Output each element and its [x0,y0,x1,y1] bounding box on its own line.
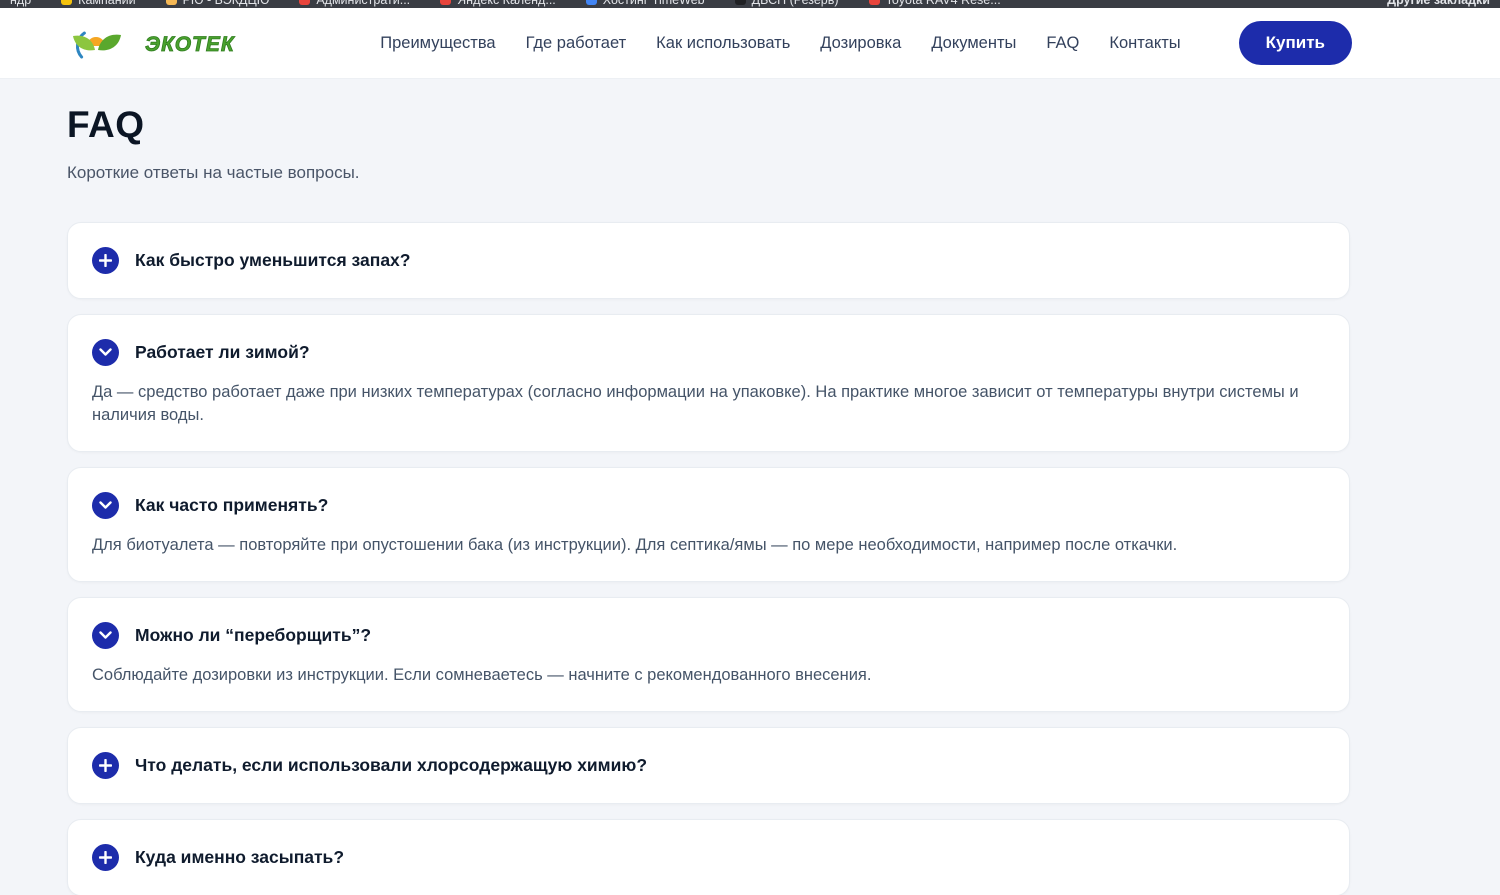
bookmark-item[interactable]: Кампании [61,0,135,7]
chevron-down-icon[interactable] [92,622,119,649]
plus-icon[interactable] [92,247,119,274]
faq-answer: Для биотуалета — повторяйте при опустоше… [92,534,1325,557]
faq-question-row[interactable]: Как быстро уменьшится запах? [92,247,1325,274]
nav-advantages[interactable]: Преимущества [380,34,495,53]
faq-question: Как быстро уменьшится запах? [135,250,410,271]
faq-question: Работает ли зимой? [135,342,310,363]
bookmark-folder-icon [166,0,177,5]
bookmark-favicon [440,0,451,5]
bookmark-favicon [586,0,597,5]
faq-question: Куда именно засыпать? [135,847,344,868]
faq-question-row[interactable]: Как часто применять? [92,492,1325,519]
plus-icon[interactable] [92,752,119,779]
chevron-down-icon[interactable] [92,492,119,519]
logo-wordmark: ЭКОТЕК [143,28,251,58]
nav-how-to-use[interactable]: Как использовать [656,34,790,53]
bookmark-item[interactable]: ДБСП (Резерв) [735,0,839,7]
bookmark-item[interactable]: Яндекс Календ... [440,0,556,7]
faq-answer: Соблюдайте дозировки из инструкции. Если… [92,664,1325,687]
nav-dosage[interactable]: Дозировка [820,34,901,53]
buy-button[interactable]: Купить [1239,21,1352,65]
page-title: FAQ [67,104,1352,146]
faq-question: Как часто применять? [135,495,328,516]
bookmark-item[interactable]: Хостинг TimeWeb [586,0,705,7]
faq-list: Как быстро уменьшится запах? Работает ли… [67,222,1350,895]
bookmark-favicon [61,0,72,5]
plus-icon[interactable] [92,844,119,871]
bookmark-item[interactable]: Администрати... [299,0,410,7]
nav-where-it-works[interactable]: Где работает [526,34,627,53]
nav-faq[interactable]: FAQ [1046,34,1079,53]
bookmark-favicon [735,0,746,5]
other-bookmarks-button[interactable]: Другие закладки [1387,0,1490,7]
page-subtitle: Короткие ответы на частые вопросы. [67,163,1352,183]
faq-item[interactable]: Как быстро уменьшится запах? [67,222,1350,299]
faq-question-row[interactable]: Работает ли зимой? [92,339,1325,366]
faq-question: Что делать, если использовали хлорсодерж… [135,755,647,776]
bookmark-item[interactable]: ндр [10,0,31,7]
faq-question: Можно ли “переборщить”? [135,625,371,646]
main-nav: Преимущества Где работает Как использова… [380,21,1352,65]
faq-section: FAQ Короткие ответы на частые вопросы. К… [0,79,1352,895]
logo[interactable]: ЭКОТЕК [65,20,251,66]
faq-question-row[interactable]: Что делать, если использовали хлорсодерж… [92,752,1325,779]
bookmark-item[interactable]: Toyota RAV4 Rese... [869,0,1001,7]
bookmark-favicon [299,0,310,5]
chevron-down-icon[interactable] [92,339,119,366]
bookmark-favicon [869,0,880,5]
svg-text:ЭКОТЕК: ЭКОТЕК [145,33,236,56]
faq-answer: Да — средство работает даже при низких т… [92,381,1325,427]
site-header: ЭКОТЕК Преимущества Где работает Как исп… [0,8,1500,79]
faq-item[interactable]: Работает ли зимой? Да — средство работае… [67,314,1350,452]
bookmark-item[interactable]: РЮ - БЭКДЦЮ [166,0,270,7]
logo-leaf-sun-icon [65,20,141,66]
faq-item[interactable]: Как часто применять? Для биотуалета — по… [67,467,1350,582]
faq-item[interactable]: Можно ли “переборщить”? Соблюдайте дозир… [67,597,1350,712]
browser-bookmarks-bar: ндр Кампании РЮ - БЭКДЦЮ Администрати...… [0,0,1500,8]
faq-item[interactable]: Куда именно засыпать? [67,819,1350,895]
nav-documents[interactable]: Документы [931,34,1016,53]
faq-item[interactable]: Что делать, если использовали хлорсодерж… [67,727,1350,804]
faq-question-row[interactable]: Можно ли “переборщить”? [92,622,1325,649]
faq-question-row[interactable]: Куда именно засыпать? [92,844,1325,871]
nav-contacts[interactable]: Контакты [1109,34,1180,53]
